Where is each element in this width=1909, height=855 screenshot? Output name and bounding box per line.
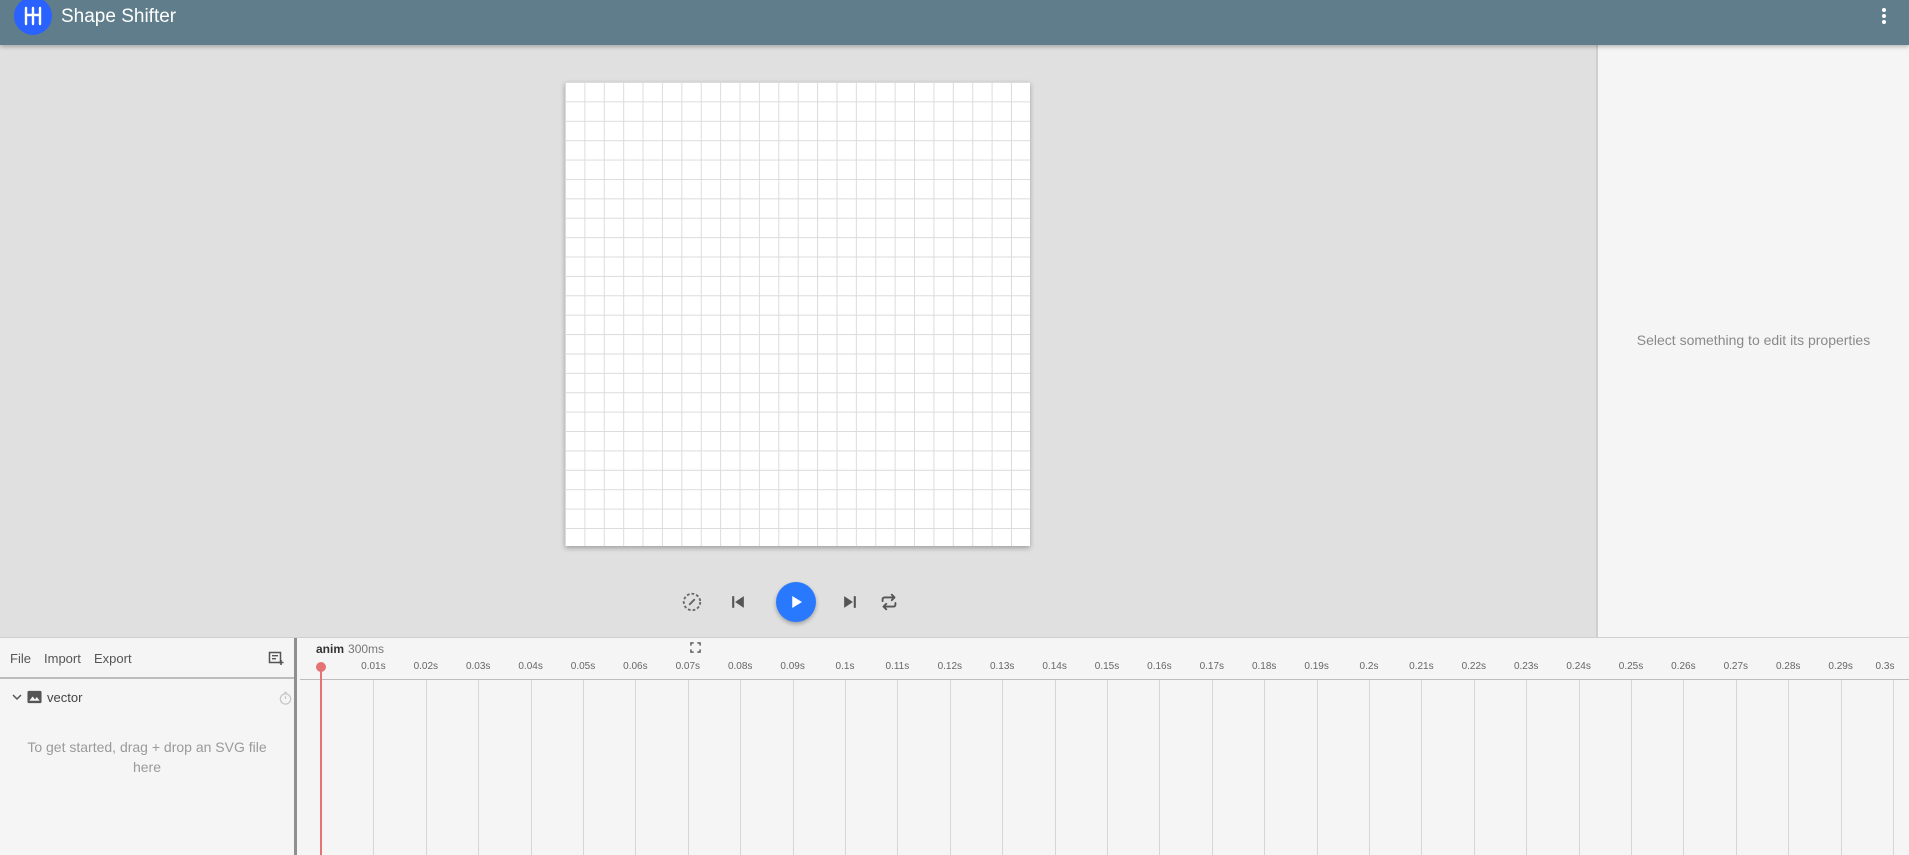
- timeline-tick-label: 0.28s: [1775, 661, 1801, 672]
- timeline-gridline: [1683, 680, 1685, 855]
- timeline-gridline: [1264, 680, 1266, 855]
- more-vert-icon[interactable]: [1879, 6, 1889, 26]
- timeline-gridline: [478, 680, 480, 855]
- timeline-tick-label: 0.21s: [1409, 661, 1434, 672]
- timeline-gridline: [1421, 680, 1423, 855]
- bottom-panel: File Import Export vector To get started…: [0, 637, 1909, 855]
- app-title: Shape Shifter: [61, 6, 177, 27]
- play-button[interactable]: [776, 582, 816, 622]
- timeline-tick-label: 0.29s: [1828, 661, 1853, 672]
- timeline-gridline: [1735, 680, 1737, 855]
- timeline-gridline: [740, 680, 742, 855]
- timeline-gridline: [635, 680, 637, 855]
- timeline-gridline: [583, 680, 584, 855]
- timeline-tick-label: 0.22s: [1461, 661, 1487, 672]
- timeline-tick-label: 0.07s: [675, 661, 701, 672]
- timeline-tick-label: 0.25s: [1618, 661, 1644, 672]
- timeline-gridline: [1788, 680, 1790, 855]
- timeline-tick-label: 0.03s: [465, 661, 491, 672]
- layer-name: vector: [47, 690, 83, 705]
- layer-row-vector[interactable]: vector: [0, 687, 294, 709]
- timeline-gridline: [373, 680, 375, 855]
- timeline-panel: anim 300ms 0.01s 0.02s 0.03s 0.04s 0.05s 0.06s…: [300, 638, 1909, 855]
- timeline-tick-label: 0.02s: [413, 661, 439, 672]
- playhead-line: [320, 665, 322, 855]
- timeline-gridline: [1159, 680, 1161, 855]
- timeline-tick-label: 0.06s: [623, 661, 648, 672]
- timeline-tick-label: 0.23s: [1513, 661, 1539, 672]
- timeline-tick-label: 0.16s: [1147, 661, 1172, 672]
- timeline-tick-label: 0.17s: [1199, 661, 1225, 672]
- timeline-tick-label: 0.08s: [727, 661, 753, 672]
- timeline-gridline: [425, 680, 427, 855]
- timeline-gridline: [1578, 680, 1580, 855]
- timeline-tick-label: 0.19s: [1304, 661, 1329, 672]
- timeline-ruler[interactable]: 0.01s 0.02s 0.03s 0.04s 0.05s 0.06s 0.07s 0.08s…: [300, 658, 1909, 680]
- timeline-gridline: [1211, 680, 1213, 855]
- fullscreen-icon[interactable]: [690, 642, 701, 653]
- properties-panel: Select something to edit its properties: [1596, 45, 1909, 637]
- playback-speed-icon[interactable]: [680, 590, 704, 614]
- timeline-tick-label: 0.3s: [1875, 661, 1895, 672]
- properties-empty-message: Select something to edit its properties: [1636, 332, 1871, 348]
- timeline-tick-label: 0.18s: [1251, 661, 1277, 672]
- file-menu[interactable]: File: [10, 651, 31, 666]
- timeline-tick-label: 0.01s: [361, 661, 386, 672]
- timeline-gridline: [1316, 680, 1318, 855]
- canvas-area: [0, 45, 1596, 637]
- shape-shifter-logo-icon: [14, 0, 52, 35]
- timeline-tick-label: 0.12s: [937, 661, 963, 672]
- skip-previous-icon[interactable]: [726, 590, 750, 614]
- timeline-tick-label: 0.09s: [780, 661, 805, 672]
- timeline-tick-label: 0.24s: [1566, 661, 1591, 672]
- timeline-tick-label: 0.04s: [518, 661, 543, 672]
- timeline-tick-label: 0.1s: [835, 661, 855, 672]
- layers-panel: File Import Export vector To get started…: [0, 638, 297, 855]
- app-header: Shape Shifter: [0, 0, 1909, 45]
- timeline-gridline: [530, 680, 532, 855]
- playhead-handle[interactable]: [316, 662, 326, 672]
- timeline-gridline: [792, 680, 794, 855]
- timeline-tick-label: 0.13s: [989, 661, 1015, 672]
- timeline-gridline: [949, 680, 951, 855]
- play-icon: [792, 596, 802, 608]
- timeline-track-area[interactable]: [300, 680, 1909, 855]
- layers-menubar: File Import Export: [0, 638, 294, 679]
- timeline-gridline: [1473, 680, 1475, 855]
- timeline-tick-label: 0.15s: [1094, 661, 1120, 672]
- export-menu[interactable]: Export: [94, 651, 132, 666]
- timeline-gridline: [1054, 680, 1056, 855]
- add-layer-icon[interactable]: [268, 650, 286, 668]
- timeline-tick-label: 0.26s: [1671, 661, 1696, 672]
- timeline-gridline: [1840, 680, 1842, 855]
- timeline-tick-label: 0.2s: [1359, 661, 1379, 672]
- animation-duration: 300ms: [348, 642, 385, 656]
- timeline-gridline: [897, 680, 899, 855]
- timeline-gridline: [1107, 680, 1108, 855]
- timeline-gridline: [1526, 680, 1528, 855]
- skip-next-icon[interactable]: [838, 590, 862, 614]
- timeline-tick-label: 0.14s: [1042, 661, 1067, 672]
- vector-canvas[interactable]: [565, 82, 1030, 546]
- timer-icon[interactable]: [278, 690, 293, 706]
- repeat-icon[interactable]: [877, 590, 901, 614]
- chevron-down-icon[interactable]: [11, 691, 23, 703]
- image-icon: [27, 690, 42, 704]
- animation-name: anim: [316, 642, 345, 656]
- timeline-tick-label: 0.05s: [570, 661, 596, 672]
- timeline-gridline: [1369, 680, 1370, 855]
- timeline-gridline: [1002, 680, 1004, 855]
- layers-empty-message: To get started, drag + drop an SVG file …: [27, 739, 267, 775]
- timeline-gridline: [845, 680, 846, 855]
- playback-controls: [680, 580, 920, 624]
- timeline-gridline: [1631, 680, 1632, 855]
- timeline-tick-label: 0.27s: [1723, 661, 1749, 672]
- timeline-gridline: [1893, 680, 1894, 855]
- import-menu[interactable]: Import: [44, 651, 81, 666]
- timeline-gridline: [687, 680, 689, 855]
- timeline-tick-label: 0.11s: [885, 661, 910, 672]
